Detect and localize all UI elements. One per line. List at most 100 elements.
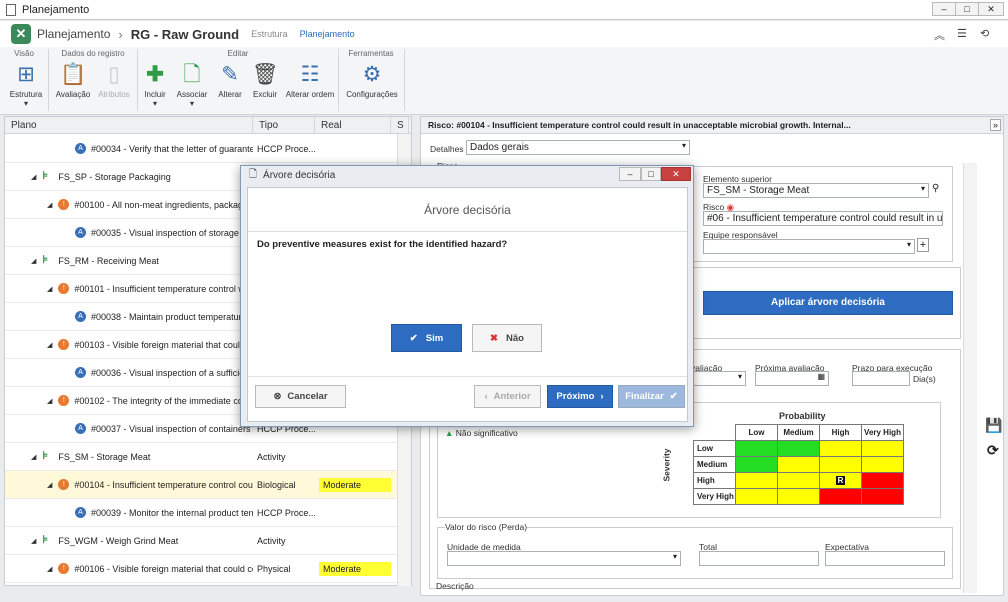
sim-button[interactable]: ✔ Sim [391, 324, 462, 352]
expand-icon[interactable]: ◢ [47, 481, 52, 489]
proximo-button[interactable]: Próximo › [547, 385, 613, 408]
decision-tree-dialog: 🗋 Árvore decisória – □ ✕ Árvore decisória… [240, 165, 694, 427]
expand-icon[interactable]: ◢ [47, 397, 52, 405]
attributes-icon: ▯ [108, 63, 120, 86]
risk-icon: ! [58, 199, 70, 210]
risco-input[interactable]: #06 - Insufficient temperature control c… [703, 211, 943, 226]
avaliacao-button[interactable]: 📋 Avaliação [54, 62, 92, 99]
probability-title: Probability [779, 411, 826, 421]
dialog-body: Árvore decisória Do preventive measures … [247, 187, 688, 422]
check-icon: ✔ [409, 332, 418, 344]
maximize-button[interactable]: □ [955, 2, 979, 16]
expand-icon[interactable]: ◢ [47, 565, 52, 573]
nao-significativo-label: ▲ Não significativo [445, 428, 518, 438]
back-icon[interactable]: ⟲ [980, 27, 989, 40]
chevron-down-icon: ▾ [920, 184, 925, 193]
chevron-right-icon: › [118, 26, 123, 42]
dialog-maximize-button[interactable]: □ [641, 167, 661, 181]
breadcrumb-planejamento[interactable]: Planejamento [300, 29, 355, 39]
document-icon: 🗋 [249, 169, 258, 180]
tree-row[interactable]: A #00039 - Monitor the internal product t… [5, 499, 411, 527]
breadcrumb-estrutura[interactable]: Estrutura [251, 29, 288, 39]
nao-button[interactable]: ✖ Não [472, 324, 542, 352]
dialog-minimize-button[interactable]: – [619, 167, 641, 181]
warning-icon: ▲ [445, 428, 454, 438]
detail-title: Risco: #00104 - Insufficient temperature… [421, 117, 1003, 134]
expand-icon[interactable]: ◢ [31, 257, 36, 265]
chevron-down-icon: ▾ [672, 552, 677, 561]
binoculars-icon[interactable]: ⚲ [932, 183, 939, 194]
close-button[interactable]: ✕ [978, 2, 1004, 16]
action-icon: A [75, 367, 86, 378]
risk-level-badge: Moderate [319, 477, 391, 492]
col-s[interactable]: S [391, 117, 409, 133]
tree-row[interactable]: ◢ ⊧ FS_WGM - Weigh Grind Meat Activity [5, 527, 411, 555]
anterior-button[interactable]: ‹ Anterior [474, 385, 541, 408]
col-tipo[interactable]: Tipo [253, 117, 315, 133]
action-icon: A [75, 423, 86, 434]
dialog-header: Árvore decisória [248, 188, 687, 232]
tree-row[interactable]: ◢ ⊧ FS_SM - Storage Meat Activity [5, 443, 411, 471]
col-real[interactable]: Real [315, 117, 391, 133]
detalhes-select[interactable]: Dados gerais ▾ [466, 140, 690, 155]
dialog-close-button[interactable]: ✕ [661, 167, 691, 181]
save-icon[interactable]: 💾 [985, 417, 1002, 434]
incluir-button[interactable]: ✚ Incluir ▾ [140, 62, 170, 108]
group-ferramentas: Ferramentas [348, 49, 394, 58]
aplicar-arvore-button[interactable]: Aplicar árvore decisória [703, 291, 953, 315]
clipboard-icon: 📋 [60, 63, 87, 86]
refresh-icon[interactable]: ⟳ [987, 442, 999, 459]
tree-row[interactable]: ◢! #00106 - Visible foreign material that… [5, 555, 411, 583]
tree-row-selected[interactable]: ◢! #00104 - Insufficient temperature cont… [5, 471, 411, 499]
action-icon: A [75, 227, 86, 238]
reorder-icon: ☷ [300, 63, 320, 86]
unidade-select[interactable]: ▾ [447, 551, 681, 566]
elemento-select[interactable]: FS_SM - Storage Meat ▾ [703, 183, 929, 198]
menu-icon[interactable]: ☰ [957, 27, 967, 40]
configuracoes-button[interactable]: ⚙ Configurações [344, 62, 400, 99]
chevron-left-icon: ‹ [484, 391, 488, 402]
expand-icon[interactable]: ◢ [31, 453, 36, 461]
proxima-date-input[interactable]: ▦ [755, 371, 829, 386]
add-icon[interactable]: + [917, 238, 929, 252]
expectativa-input[interactable] [825, 551, 945, 566]
expand-icon[interactable]: ◢ [31, 173, 36, 181]
calendar-icon[interactable]: ▦ [817, 372, 825, 381]
minimize-button[interactable]: – [932, 2, 956, 16]
activity-icon: ⊧ [42, 254, 49, 266]
atributos-button[interactable]: ▯ Atributos [96, 62, 132, 99]
pencil-icon: ✎ [221, 63, 239, 86]
detalhes-label: Detalhes [430, 144, 464, 154]
col-plano[interactable]: Plano [5, 117, 253, 133]
question-text: Do preventive measures exist for the ide… [257, 239, 508, 250]
expand-icon[interactable]: ◢ [47, 285, 52, 293]
alterar-ordem-button[interactable]: ☷ Alterar ordem [285, 62, 335, 99]
associar-button[interactable]: 🗋 Associar ▾ [174, 62, 210, 108]
tree-row[interactable]: A #00034 - Verify that the letter of guar… [5, 135, 411, 163]
divider [338, 49, 339, 111]
expand-panel-icon[interactable]: » [989, 119, 1001, 131]
estrutura-button[interactable]: ⊞ Estrutura ▾ [8, 62, 44, 108]
detail-scrollbar[interactable] [963, 163, 977, 593]
risk-icon: ! [58, 283, 70, 294]
gear-icon: ⚙ [362, 63, 382, 86]
divider [137, 49, 138, 111]
excluir-button[interactable]: 🗑 Excluir [250, 62, 280, 99]
expand-icon[interactable]: ◢ [47, 201, 52, 209]
chevron-down-icon: ▾ [737, 372, 742, 381]
collapse-icon[interactable]: ︽ [934, 27, 945, 43]
expand-icon[interactable]: ◢ [47, 341, 52, 349]
prazo-input[interactable] [852, 371, 910, 386]
cancelar-button[interactable]: ⊗ Cancelar [255, 385, 346, 408]
trash-icon: 🗑 [252, 63, 279, 86]
divider [404, 49, 405, 111]
equipe-select[interactable]: ▾ [703, 239, 915, 254]
risk-level-badge: Moderate [319, 561, 391, 576]
severity-label: Severity [661, 448, 672, 482]
avaliacao-select[interactable]: ▾ [691, 371, 746, 386]
total-input[interactable] [699, 551, 819, 566]
expand-icon[interactable]: ◢ [31, 537, 36, 545]
finalizar-button[interactable]: Finalizar ✔ [618, 385, 685, 408]
alterar-button[interactable]: ✎ Alterar [214, 62, 246, 99]
action-icon: A [75, 507, 86, 518]
